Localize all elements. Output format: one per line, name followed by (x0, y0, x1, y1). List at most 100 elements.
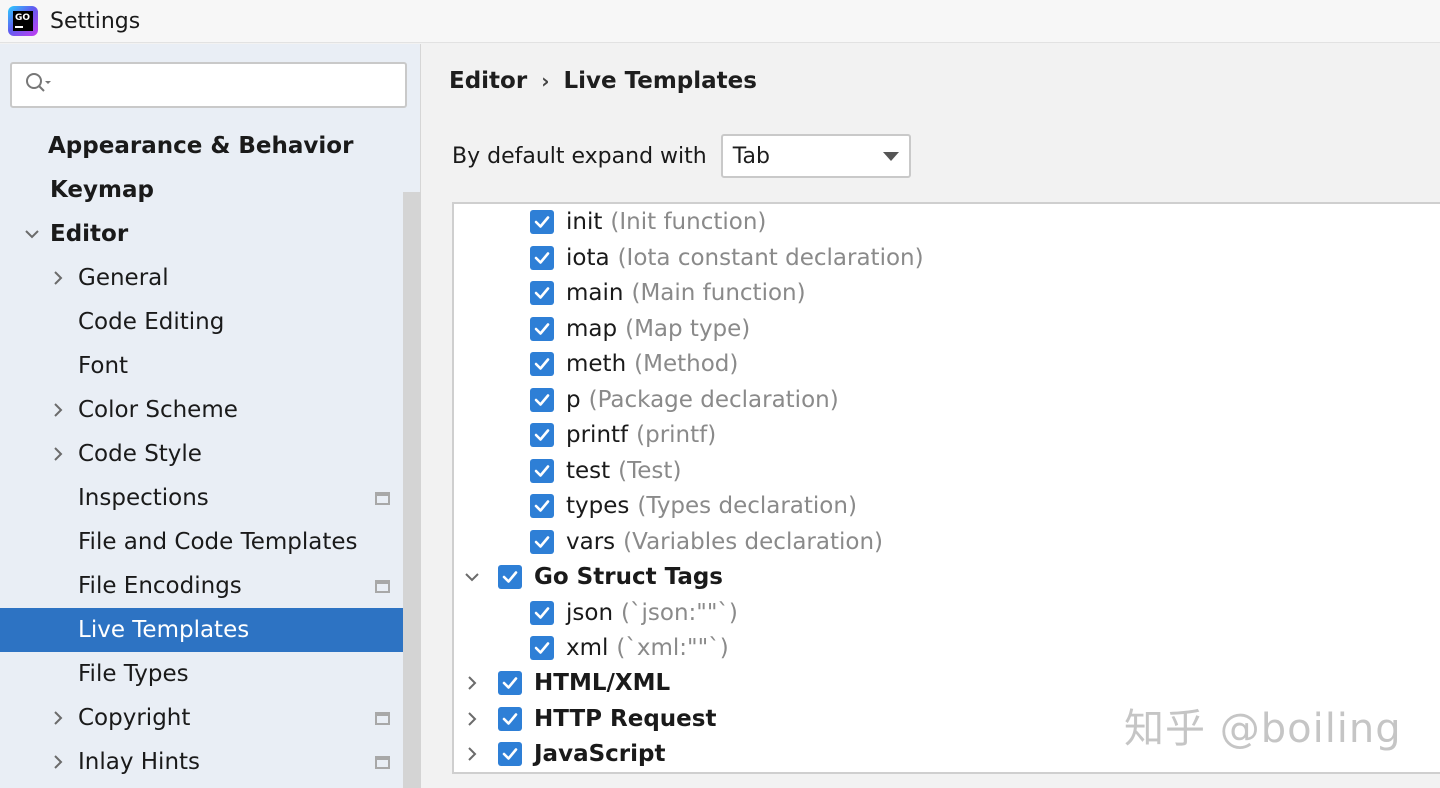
sidebar-item-editor[interactable]: Editor (0, 212, 421, 256)
template-description: (Map type) (625, 315, 751, 342)
template-row[interactable]: types (Types declaration) (530, 488, 857, 523)
sidebar-item-inspections[interactable]: Inspections (0, 476, 421, 520)
content-panel: Editor › Live Templates By default expan… (422, 44, 1440, 788)
watermark: 知乎 @boiling (1124, 706, 1402, 752)
template-checkbox[interactable] (530, 635, 554, 660)
sidebar-item-live-templates[interactable]: Live Templates (0, 608, 421, 652)
template-group-name: HTML/XML (534, 669, 671, 696)
template-checkbox[interactable] (530, 245, 554, 270)
sidebar-item-font[interactable]: Font (0, 344, 421, 388)
template-abbreviation: printf (566, 421, 629, 448)
template-checkbox[interactable] (530, 422, 554, 447)
search-input[interactable] (60, 73, 390, 97)
templates-list: init (Init function) iota (Iota constant de… (452, 202, 1440, 774)
template-row[interactable]: map (Map type) (530, 311, 750, 346)
template-abbreviation: iota (566, 244, 610, 271)
template-checkbox[interactable] (530, 351, 554, 376)
template-description: (Main function) (631, 279, 806, 306)
sidebar-item-appearance-behavior[interactable]: Appearance & Behavior (0, 124, 421, 168)
chevron-right-icon[interactable] (48, 752, 68, 772)
template-checkbox[interactable] (530, 529, 554, 554)
chevron-right-icon[interactable] (462, 744, 482, 764)
template-row[interactable]: test (Test) (530, 453, 681, 488)
search-box[interactable] (10, 62, 407, 108)
template-group-row[interactable]: JavaScript (468, 736, 665, 771)
sidebar-item-file-and-code-templates[interactable]: File and Code Templates (0, 520, 421, 564)
chevron-right-icon[interactable] (462, 709, 482, 729)
chevron-down-icon[interactable] (22, 224, 42, 244)
sidebar-item-label: Inlay Hints (78, 749, 201, 775)
template-group-row[interactable]: HTML/XML (468, 665, 671, 700)
sidebar-item-label: Font (78, 353, 129, 379)
template-checkbox[interactable] (530, 387, 554, 412)
sidebar-scrollbar[interactable] (403, 192, 421, 788)
template-checkbox[interactable] (498, 741, 522, 766)
template-row[interactable]: vars (Variables declaration) (530, 524, 883, 559)
expand-with-row: By default expand with Tab (452, 134, 911, 178)
sidebar-item-label: Code Editing (78, 309, 225, 335)
chevron-right-icon[interactable] (48, 268, 68, 288)
template-abbreviation: map (566, 315, 618, 342)
template-checkbox[interactable] (498, 564, 522, 589)
template-checkbox[interactable] (530, 280, 554, 305)
template-description: (Variables declaration) (623, 528, 884, 555)
chevron-right-icon[interactable] (48, 444, 68, 464)
template-description: (`json:""`) (621, 599, 738, 626)
template-description: (Method) (634, 350, 739, 377)
dropdown-arrow-icon (882, 151, 899, 161)
template-abbreviation: p (566, 386, 581, 413)
sidebar-item-label: Copyright (78, 705, 191, 731)
template-description: (Test) (618, 457, 682, 484)
sidebar-item-label: Code Style (78, 441, 202, 467)
template-group-name: HTTP Request (534, 705, 717, 732)
breadcrumb-separator: › (541, 69, 550, 93)
sidebar-item-copyright[interactable]: Copyright (0, 696, 421, 740)
template-checkbox[interactable] (530, 316, 554, 341)
template-row[interactable]: printf (printf) (530, 417, 716, 452)
sidebar-item-label: Appearance & Behavior (48, 133, 354, 159)
template-checkbox[interactable] (498, 670, 522, 695)
template-group-row[interactable]: Go Struct Tags (465, 559, 723, 594)
sidebar-item-label: Keymap (50, 177, 154, 203)
template-checkbox[interactable] (530, 493, 554, 518)
template-row[interactable]: main (Main function) (530, 275, 806, 310)
sidebar-item-code-editing[interactable]: Code Editing (0, 300, 421, 344)
window-title: Settings (50, 8, 141, 34)
expand-with-select[interactable]: Tab (720, 134, 911, 178)
sidebar-item-file-types[interactable]: File Types (0, 652, 421, 696)
template-group-row[interactable]: HTTP Request (468, 701, 717, 736)
chevron-right-icon[interactable] (462, 673, 482, 693)
template-checkbox[interactable] (530, 600, 554, 625)
goland-app-icon: GO (8, 6, 38, 36)
template-row[interactable]: meth (Method) (530, 346, 738, 381)
expand-with-value: Tab (732, 143, 770, 169)
template-checkbox[interactable] (530, 209, 554, 234)
sidebar-item-inlay-hints[interactable]: Inlay Hints (0, 740, 421, 784)
template-description: (Init function) (610, 208, 767, 235)
project-scope-icon (375, 579, 390, 593)
sidebar-item-color-scheme[interactable]: Color Scheme (0, 388, 421, 432)
template-row[interactable]: p (Package declaration) (530, 382, 839, 417)
template-row[interactable]: init (Init function) (530, 204, 766, 239)
template-description: (printf) (636, 421, 717, 448)
sidebar-item-label: Inspections (78, 485, 209, 511)
template-abbreviation: meth (566, 350, 627, 377)
template-abbreviation: xml (566, 634, 609, 661)
breadcrumb: Editor › Live Templates (449, 68, 757, 94)
sidebar-item-keymap[interactable]: Keymap (0, 168, 421, 212)
template-row[interactable]: xml (`xml:""`) (530, 630, 729, 665)
breadcrumb-parent[interactable]: Editor (449, 68, 527, 94)
template-row[interactable]: iota (Iota constant declaration) (530, 240, 924, 275)
template-abbreviation: init (566, 208, 603, 235)
chevron-right-icon[interactable] (48, 708, 68, 728)
template-abbreviation: json (566, 599, 614, 626)
chevron-down-icon[interactable] (462, 567, 482, 587)
template-checkbox[interactable] (530, 458, 554, 483)
template-row[interactable]: json (`json:""`) (530, 595, 738, 630)
sidebar-item-code-style[interactable]: Code Style (0, 432, 421, 476)
template-checkbox[interactable] (498, 706, 522, 731)
sidebar-item-general[interactable]: General (0, 256, 421, 300)
template-description: (Iota constant declaration) (617, 244, 924, 271)
chevron-right-icon[interactable] (48, 400, 68, 420)
sidebar-item-file-encodings[interactable]: File Encodings (0, 564, 421, 608)
